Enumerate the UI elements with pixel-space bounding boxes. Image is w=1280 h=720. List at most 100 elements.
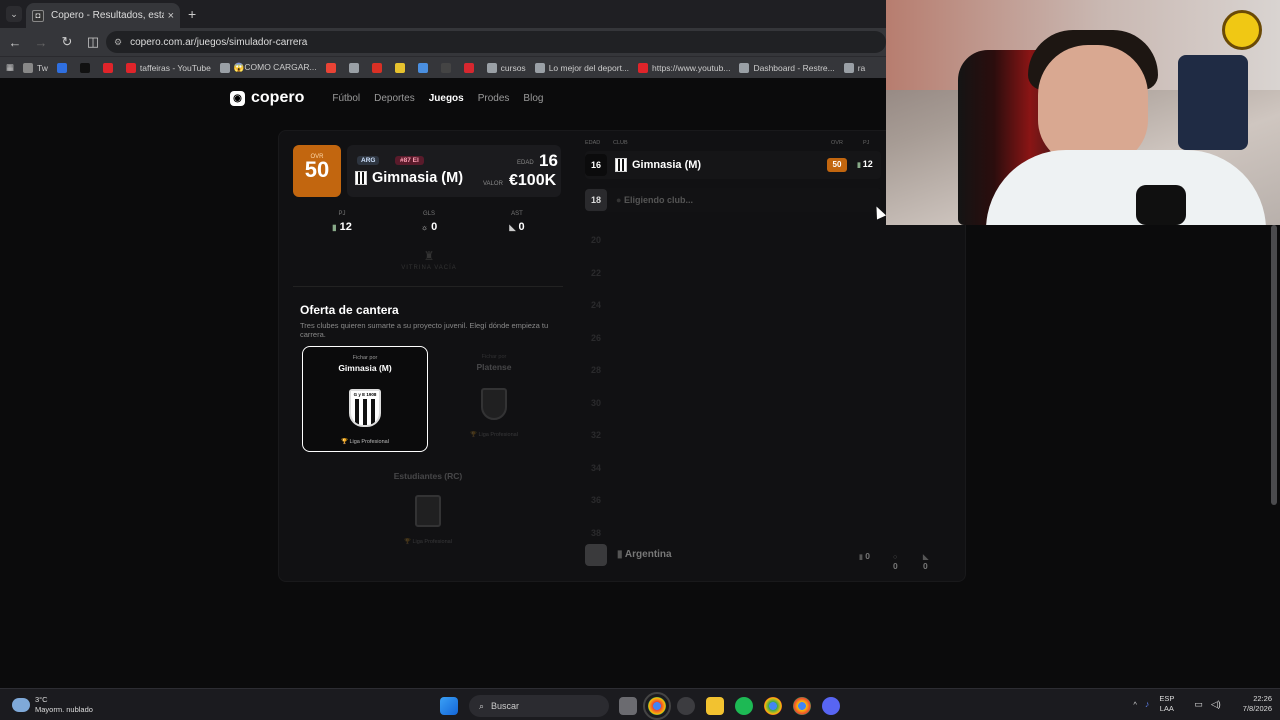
weather-widget[interactable]: 3°C Mayorm. nublado <box>12 695 93 715</box>
bookmark-item[interactable] <box>417 62 432 73</box>
nav-juegos[interactable]: Juegos <box>429 93 464 104</box>
offer-card-gimnasia[interactable]: Fichar por Gimnasia (M) G y E 1908 🏆 Lig… <box>302 346 428 452</box>
bookmark-item[interactable] <box>79 62 94 73</box>
cloud-icon <box>12 698 30 712</box>
mic-icon[interactable]: ♪ <box>1145 699 1150 709</box>
browser-tab[interactable]: ◘ Copero - Resultados, estadístic × <box>26 3 180 28</box>
tab-list-chevron-icon[interactable]: ⌄ <box>6 6 22 22</box>
bookmark-item[interactable]: 😱COMO CARGAR... <box>219 62 317 73</box>
webcam-mic <box>1136 185 1186 225</box>
offer-card-platense[interactable]: Fichar por Platense 🏆 Liga Profesional <box>431 346 557 452</box>
bookmark-item[interactable] <box>394 62 409 73</box>
bookmark-item[interactable]: Dashboard - Restre... <box>739 62 835 73</box>
bookmark-label: Tw <box>37 62 48 73</box>
header-pj: PJ <box>863 140 870 146</box>
bookmark-item[interactable]: Lo mejor del deport... <box>534 62 630 73</box>
clock[interactable]: 22:26 7/8/2026 <box>1243 694 1272 714</box>
url-bar[interactable]: ⚙ copero.com.ar/juegos/simulador-carrera <box>106 31 886 53</box>
bookmark-item[interactable] <box>325 62 340 73</box>
bookmark-favicon-icon <box>534 62 545 73</box>
new-tab-icon[interactable]: + <box>188 6 196 22</box>
clock-time: 22:26 <box>1253 694 1272 703</box>
site-info-icon[interactable]: ⚙ <box>114 37 122 48</box>
nation-tag: ARG <box>357 156 380 165</box>
copero-logo[interactable]: ◉ copero <box>230 89 304 107</box>
bookmark-favicon-icon <box>638 62 649 73</box>
future-age: 36 <box>590 495 601 505</box>
bookmark-item[interactable]: https://www.youtub... <box>638 62 730 73</box>
taskbar-search[interactable]: ⌕ Buscar <box>469 695 609 717</box>
offer-prefix: Fichar por <box>352 355 378 361</box>
bookmark-item[interactable] <box>102 62 117 73</box>
row-pj: ▮ 12 <box>857 159 873 169</box>
bookmark-item[interactable]: taffeiras - YouTube <box>125 62 211 73</box>
weather-desc: Mayorm. nublado <box>35 705 93 714</box>
row-age: 16 <box>585 154 607 176</box>
forward-icon[interactable]: → <box>30 35 52 50</box>
spotify-icon[interactable] <box>735 697 753 715</box>
bookmark-item[interactable]: cursos <box>486 62 526 73</box>
future-age: 20 <box>590 235 601 245</box>
discord-icon[interactable] <box>822 697 840 715</box>
timeline-footer: ▮ Argentina ▮ 0 ○ 0 ◣ 0 <box>585 543 928 571</box>
task-view-icon[interactable] <box>619 697 637 715</box>
page-scrollbar[interactable] <box>1271 225 1277 505</box>
bookmark-item[interactable] <box>371 62 386 73</box>
bookmark-item[interactable] <box>56 62 71 73</box>
header-club: CLUB <box>613 140 628 146</box>
offer-club-name: Estudiantes (RC) <box>393 471 463 481</box>
file-explorer-icon[interactable] <box>706 697 724 715</box>
offer-card-estudiantes[interactable]: Estudiantes (RC) 🏆 Liga Profesional <box>365 465 491 563</box>
steam-icon[interactable] <box>677 697 695 715</box>
nav-blog[interactable]: Blog <box>523 93 543 104</box>
footer-pj: ▮ 0 <box>859 551 870 561</box>
network-icon[interactable]: ▭ <box>1194 699 1203 710</box>
nav-deportes[interactable]: Deportes <box>374 93 415 104</box>
value-label: VALOR <box>483 181 503 187</box>
future-age: 26 <box>590 332 601 343</box>
reload-icon[interactable]: ↻ <box>56 34 78 50</box>
bookmark-favicon-icon <box>23 62 34 73</box>
bookmark-label: ra <box>857 62 866 73</box>
back-icon[interactable]: ← <box>4 35 26 50</box>
offer-prefix: Fichar por <box>481 354 507 360</box>
value-amount: €100K <box>509 172 557 189</box>
bookmark-favicon-icon <box>125 62 136 73</box>
bookmark-favicon-icon <box>440 62 451 73</box>
apps-icon[interactable]: ▦ <box>6 62 14 73</box>
bookmark-favicon-icon <box>394 62 405 73</box>
tab-close-icon[interactable]: × <box>168 10 174 22</box>
split-view-icon[interactable]: ◫ <box>82 34 104 50</box>
stat-value: 0 <box>431 221 438 233</box>
system-tray: ^ ♪ ESP LAA ▭ ◁) 22:26 7/8/2026 <box>1133 694 1272 714</box>
bookmark-item[interactable]: ra <box>843 62 866 73</box>
webcam-sign <box>1222 10 1262 50</box>
platense-shield-icon <box>481 388 507 420</box>
chrome-icon[interactable] <box>643 692 671 720</box>
stat-label: PJ <box>338 211 346 217</box>
copero-favicon-icon: ◘ <box>32 9 44 22</box>
bookmark-item[interactable] <box>440 62 455 73</box>
chrome-profile2-icon[interactable] <box>793 697 811 715</box>
future-age: 38 <box>590 527 601 538</box>
nav-prodes[interactable]: Prodes <box>478 93 510 104</box>
argentina-flag-icon <box>585 544 607 566</box>
player-club: Gimnasia (M) <box>355 170 463 186</box>
gimnasia-shield-icon: G y E 1908 <box>349 389 381 427</box>
chrome-profile-icon[interactable] <box>764 697 782 715</box>
volume-icon[interactable]: ◁) <box>1211 699 1221 710</box>
bookmark-label: Lo mejor del deport... <box>548 62 630 73</box>
nav-futbol[interactable]: Fútbol <box>332 93 360 104</box>
tray-overflow-icon[interactable]: ^ <box>1133 700 1137 709</box>
bookmark-favicon-icon <box>79 62 90 73</box>
footer-goals: ○ 0 <box>893 554 898 571</box>
crest-text: G y E 1908 <box>351 391 379 399</box>
search-icon: ⌕ <box>479 700 485 711</box>
webcam-body <box>986 150 1266 225</box>
bookmark-item[interactable] <box>348 62 363 73</box>
windows-start-icon[interactable] <box>440 697 458 715</box>
language-indicator[interactable]: ESP LAA <box>1159 694 1174 714</box>
bookmark-item[interactable] <box>463 62 478 73</box>
timeline-row-current[interactable]: 16 Gimnasia (M) 50 ▮ 12 <box>585 151 881 179</box>
bookmark-item[interactable]: Tw <box>23 62 48 73</box>
